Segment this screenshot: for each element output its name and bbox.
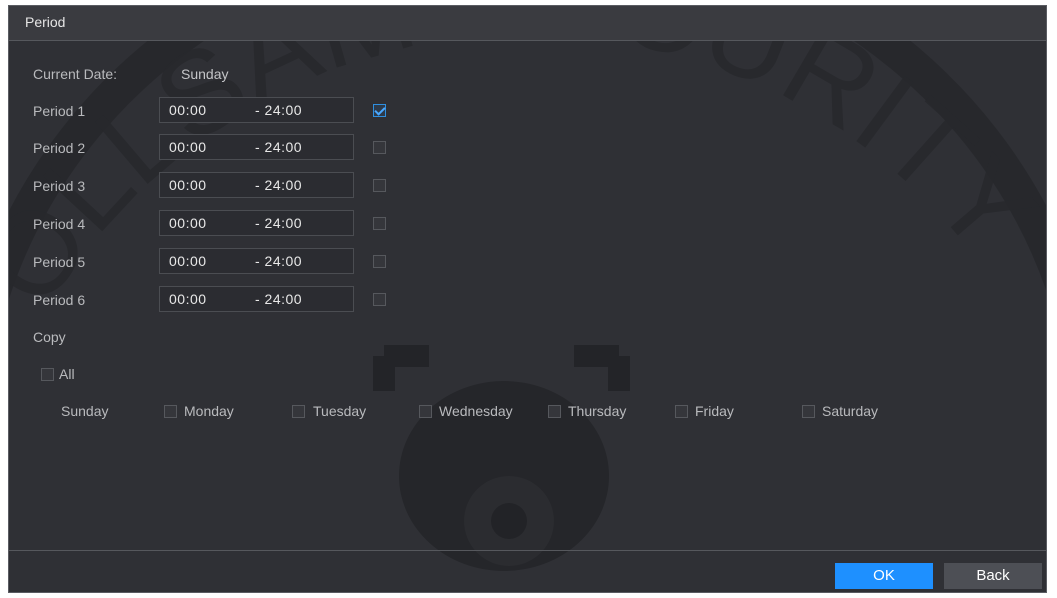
period-4-end[interactable]: - 24:00 — [255, 215, 302, 231]
period-6-end[interactable]: - 24:00 — [255, 291, 302, 307]
copy-day-sunday-label: Sunday — [61, 403, 109, 419]
period-2-end[interactable]: - 24:00 — [255, 139, 302, 155]
period-5-label: Period 5 — [33, 254, 86, 270]
period-5-checkbox[interactable] — [373, 255, 386, 268]
watermark-text: OLLSAM SECURITY — [9, 6, 1047, 328]
period-dialog: OLLSAM SECURITY Period Current Date: Sun… — [8, 5, 1047, 593]
period-3-start[interactable]: 00:00 — [169, 177, 207, 193]
period-1-start[interactable]: 00:00 — [169, 102, 207, 118]
period-1-label: Period 1 — [33, 103, 86, 119]
copy-day-friday-checkbox[interactable] — [675, 405, 688, 418]
period-6-time-input[interactable]: 00:00 - 24:00 — [159, 286, 354, 312]
period-1-end[interactable]: - 24:00 — [255, 102, 302, 118]
period-2-label: Period 2 — [33, 140, 86, 156]
copy-day-thursday-label: Thursday — [568, 403, 627, 419]
period-6-start[interactable]: 00:00 — [169, 291, 207, 307]
copy-all-checkbox[interactable] — [41, 368, 54, 381]
period-2-time-input[interactable]: 00:00 - 24:00 — [159, 134, 354, 160]
period-5-start[interactable]: 00:00 — [169, 253, 207, 269]
period-4-checkbox[interactable] — [373, 217, 386, 230]
period-4-time-input[interactable]: 00:00 - 24:00 — [159, 210, 354, 236]
period-2-checkbox[interactable] — [373, 141, 386, 154]
period-3-label: Period 3 — [33, 178, 86, 194]
period-5-time-input[interactable]: 00:00 - 24:00 — [159, 248, 354, 274]
period-1-time-input[interactable]: 00:00 - 24:00 — [159, 97, 354, 123]
period-2-start[interactable]: 00:00 — [169, 139, 207, 155]
copy-day-friday-label: Friday — [695, 403, 734, 419]
copy-label: Copy — [33, 329, 66, 345]
period-4-start[interactable]: 00:00 — [169, 215, 207, 231]
footer-divider — [9, 550, 1046, 551]
copy-day-wednesday-checkbox[interactable] — [419, 405, 432, 418]
period-3-time-input[interactable]: 00:00 - 24:00 — [159, 172, 354, 198]
copy-day-thursday-checkbox[interactable] — [548, 405, 561, 418]
period-3-end[interactable]: - 24:00 — [255, 177, 302, 193]
ok-button[interactable]: OK — [835, 563, 933, 589]
current-date-value: Sunday — [181, 66, 229, 82]
copy-day-saturday-checkbox[interactable] — [802, 405, 815, 418]
copy-day-saturday-label: Saturday — [822, 403, 879, 419]
title-bar: Period — [9, 6, 1046, 41]
copy-day-monday-checkbox[interactable] — [164, 405, 177, 418]
copy-day-monday-label: Monday — [184, 403, 234, 419]
period-6-label: Period 6 — [33, 292, 86, 308]
dialog-title: Period — [25, 14, 66, 30]
copy-day-tuesday-label: Tuesday — [313, 403, 367, 419]
period-6-checkbox[interactable] — [373, 293, 386, 306]
current-date-label: Current Date: — [33, 66, 118, 82]
period-1-checkbox[interactable] — [373, 104, 386, 117]
period-4-label: Period 4 — [33, 216, 86, 232]
back-button[interactable]: Back — [944, 563, 1042, 589]
period-3-checkbox[interactable] — [373, 179, 386, 192]
period-5-end[interactable]: - 24:00 — [255, 253, 302, 269]
copy-day-tuesday-checkbox[interactable] — [292, 405, 305, 418]
copy-day-wednesday-label: Wednesday — [439, 403, 513, 419]
copy-all-label: All — [59, 366, 75, 382]
